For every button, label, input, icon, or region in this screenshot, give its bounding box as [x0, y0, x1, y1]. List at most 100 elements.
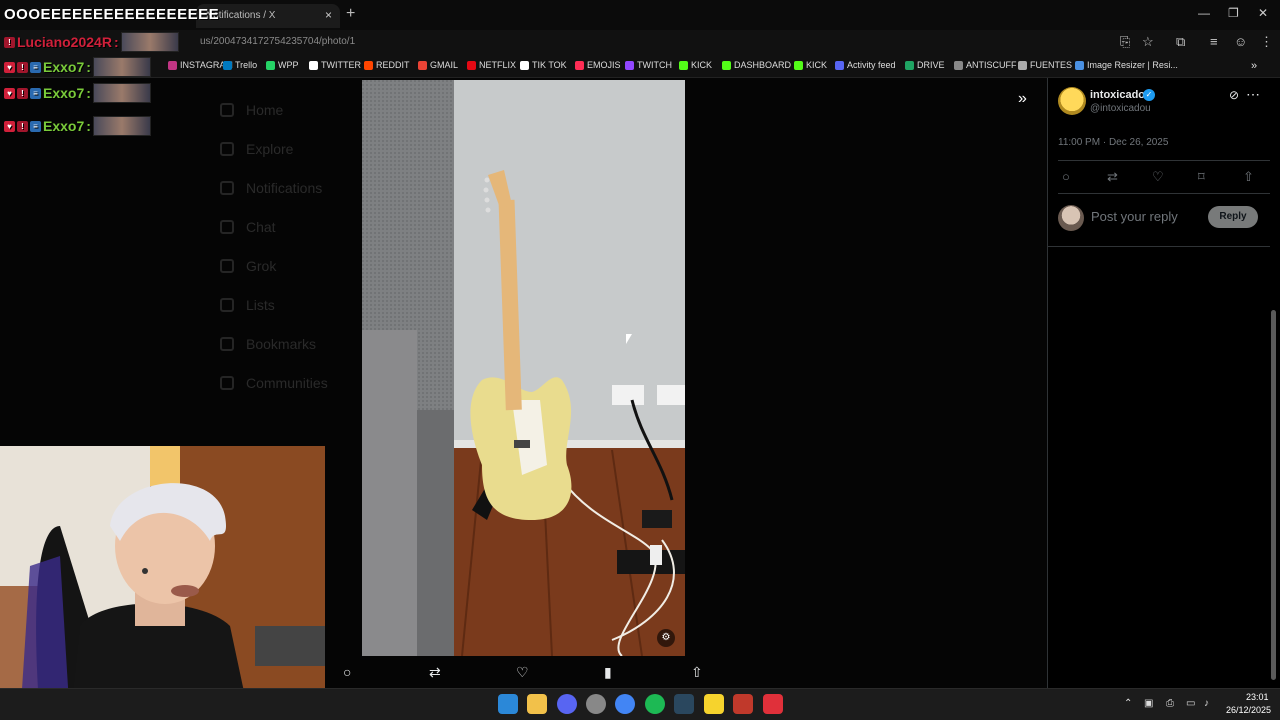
tray-overflow-icon[interactable]: ⌃ — [1124, 698, 1132, 709]
discord-icon[interactable] — [557, 694, 577, 714]
file-explorer-icon[interactable] — [527, 694, 547, 714]
bookmark-favicon-icon — [905, 60, 914, 70]
bookmark-item[interactable]: Activity feed — [835, 60, 896, 70]
grok-icon[interactable]: ⊘ — [1229, 88, 1239, 102]
bookmark-item[interactable]: ANTISCUFF — [954, 60, 1017, 70]
network-icon[interactable]: ▭ — [1186, 698, 1195, 709]
chat-message: ♥! ≡ Exxo7: — [4, 116, 151, 136]
bookmark-favicon-icon — [223, 60, 232, 70]
install-app-icon[interactable]: ⎘ — [1120, 34, 1130, 50]
steam-icon[interactable] — [674, 694, 694, 714]
bookmark-item[interactable]: DRIVE — [905, 60, 945, 70]
sub-badge-icon: ≡ — [30, 87, 41, 99]
bookmark-item[interactable]: EMOJIS — [575, 60, 621, 70]
bookmark-item[interactable]: GMAIL — [418, 60, 458, 70]
bookmark-favicon-icon — [679, 60, 688, 70]
sidebar-item[interactable]: Lists — [220, 285, 360, 324]
app-icon[interactable] — [733, 694, 753, 714]
sticky-notes-icon[interactable] — [704, 694, 724, 714]
profile-icon[interactable]: ☺ — [1234, 34, 1247, 49]
post-timestamp[interactable]: 11:00 PM · Dec 26, 2025 — [1058, 137, 1168, 148]
author-avatar[interactable] — [1058, 87, 1086, 115]
bookmark-item[interactable]: Trello — [223, 60, 257, 70]
reply-button[interactable]: Reply — [1208, 206, 1258, 228]
sidebar-item[interactable]: Home — [220, 90, 360, 129]
sidebar-item[interactable]: Notifications — [220, 168, 360, 207]
chat-username: Exxo7 — [43, 85, 85, 101]
sub-badge-icon: ≡ — [30, 61, 41, 73]
x-sidebar-dimmed: Home Explore Notifications Chat Grok Lists Boo… — [220, 90, 360, 402]
views-icon[interactable]: ▮ — [604, 664, 612, 681]
chrome-icon[interactable] — [615, 694, 635, 714]
expand-panel-icon[interactable]: » — [1018, 90, 1027, 108]
bookmark-label: Trello — [235, 60, 258, 70]
obs-icon[interactable] — [586, 694, 606, 714]
reply-icon[interactable]: ○ — [1062, 169, 1070, 184]
reply-icon[interactable]: ○ — [343, 664, 351, 680]
mod-badge-icon: ! — [4, 36, 15, 48]
app-icon-2[interactable] — [763, 694, 783, 714]
tab-close-icon[interactable]: × — [325, 8, 332, 22]
scrollbar[interactable] — [1271, 310, 1276, 680]
bookmark-label: Activity feed — [847, 60, 896, 70]
taskbar-time[interactable]: 23:01 — [1246, 692, 1269, 702]
bookmark-item[interactable]: DASHBOARD — [722, 60, 791, 70]
start-icon[interactable] — [498, 694, 518, 714]
media-control-icon[interactable]: ≡ — [1210, 34, 1218, 49]
sidebar-item[interactable]: Chat — [220, 207, 360, 246]
menu-icon[interactable]: ⋮ — [1260, 34, 1273, 50]
more-bookmarks-icon[interactable]: » — [1251, 60, 1257, 72]
new-tab-icon[interactable]: + — [346, 5, 355, 23]
sidebar-item-icon — [220, 141, 234, 156]
repost-icon[interactable]: ⇄ — [1107, 169, 1118, 185]
bookmark-item[interactable]: Image Resizer | Resi... — [1075, 60, 1178, 70]
bookmark-label: TIK TOK — [532, 60, 567, 70]
bookmark-item[interactable]: NETFLIX — [467, 60, 516, 70]
bookmark-item[interactable]: REDDIT — [364, 60, 410, 70]
bookmark-item[interactable]: WPP — [266, 60, 299, 70]
divider — [1058, 160, 1270, 161]
reply-input[interactable]: Post your reply — [1091, 209, 1178, 224]
sidebar-item[interactable]: Bookmarks — [220, 324, 360, 363]
sidebar-item-icon — [220, 336, 234, 351]
bookmark-label: DASHBOARD — [734, 60, 792, 70]
bookmark-icon[interactable]: ⌑ — [1198, 169, 1205, 185]
share-icon[interactable]: ⇧ — [1243, 169, 1254, 185]
bookmark-star-icon[interactable]: ☆ — [1142, 34, 1154, 50]
bookmark-item[interactable]: FUENTES — [1018, 60, 1072, 70]
more-options-icon[interactable]: ⋯ — [1246, 86, 1260, 103]
extensions-icon[interactable]: ⧉ — [1176, 34, 1185, 50]
tray-app-icon[interactable]: ▣ — [1144, 698, 1153, 709]
bookmark-item[interactable]: TWITCH — [625, 60, 672, 70]
address-bar — [0, 30, 1280, 56]
url-field[interactable]: us/2004734172754235704/photo/1 — [200, 36, 355, 47]
bookmark-favicon-icon — [467, 60, 476, 70]
volume-icon[interactable]: ♪ — [1204, 698, 1209, 709]
bookmark-favicon-icon — [722, 60, 731, 70]
like-icon[interactable]: ♡ — [516, 664, 529, 681]
bookmark-favicon-icon — [520, 60, 529, 70]
author-handle[interactable]: @intoxicadou — [1090, 103, 1151, 114]
stream-title-overlay: OOOEEEEEEEEEEEEEEEEE — [4, 6, 220, 23]
bookmark-item[interactable]: TWITTER — [309, 60, 361, 70]
mod-badge-icon: ! — [17, 87, 28, 99]
bookmark-item[interactable]: TIK TOK — [520, 60, 567, 70]
sidebar-item-label: Lists — [246, 296, 275, 313]
close-window-icon[interactable]: ✕ — [1258, 6, 1268, 20]
like-icon[interactable]: ♡ — [1152, 169, 1164, 185]
sidebar-item-icon — [220, 258, 234, 273]
microphone-icon[interactable]: ⎙ — [1166, 698, 1174, 709]
share-icon[interactable]: ⇧ — [691, 664, 703, 681]
sidebar-item[interactable]: Communities — [220, 363, 360, 402]
sidebar-item[interactable]: Explore — [220, 129, 360, 168]
bookmark-item[interactable]: KICK — [794, 60, 827, 70]
bookmark-item[interactable]: KICK — [679, 60, 712, 70]
spotify-icon[interactable] — [645, 694, 665, 714]
sidebar-item[interactable]: Grok — [220, 246, 360, 285]
author-name[interactable]: intoxicado — [1090, 89, 1145, 101]
minimize-icon[interactable]: — — [1198, 6, 1210, 20]
image-edit-icon[interactable]: ⚙ — [657, 629, 675, 647]
restore-icon[interactable]: ❐ — [1228, 6, 1239, 20]
taskbar-date[interactable]: 26/12/2025 — [1226, 705, 1271, 715]
repost-icon[interactable]: ⇄ — [429, 664, 441, 681]
